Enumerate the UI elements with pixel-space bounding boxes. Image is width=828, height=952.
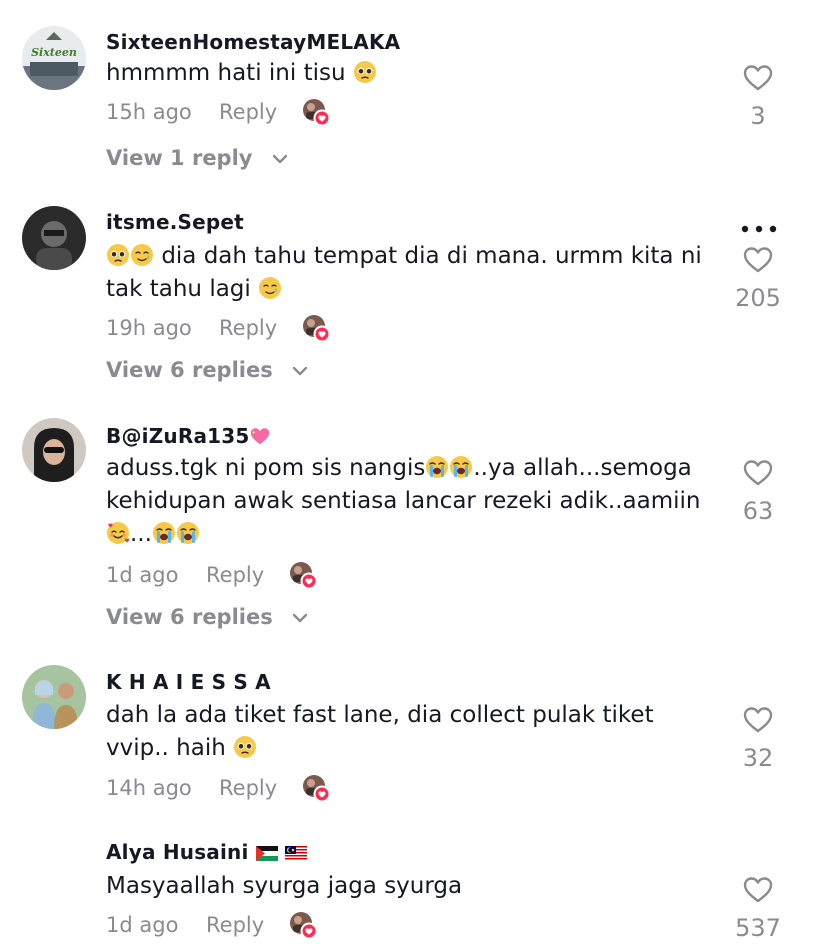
comment-time: 15h ago	[106, 100, 192, 124]
reply-button[interactable]: Reply	[219, 316, 277, 340]
view-replies-button[interactable]: View 6 replies	[106, 358, 308, 382]
comment-text: dah la ada tiket fast lane, dia collect …	[106, 699, 718, 765]
like-count: 537	[735, 914, 781, 942]
creator-liked-icon	[287, 559, 319, 591]
reply-button[interactable]: Reply	[219, 100, 277, 124]
comment-text-part: vvip.. haih	[106, 735, 226, 761]
creator-liked-icon	[300, 772, 332, 804]
comment-text-part: Masyaallah syurga jaga syurga	[106, 873, 463, 899]
heart-outline-icon[interactable]	[742, 62, 774, 94]
smiling-tear-emoji	[130, 243, 154, 267]
comment-time: 19h ago	[106, 316, 192, 340]
view-replies-label: View 6 replies	[106, 605, 273, 629]
comment-text-part: aduss.tgk ni pom sis nangis	[106, 455, 426, 481]
comment-username-label: Alya Husaini	[106, 840, 249, 864]
chevron-down-icon	[292, 613, 308, 623]
comment-username[interactable]: Alya Husaini	[106, 840, 307, 864]
avatar[interactable]: Sixteen	[22, 26, 86, 90]
comment-text: Masyaallah syurga jaga syurga	[106, 870, 718, 903]
chevron-down-icon	[272, 154, 288, 164]
sparkling-heart-emoji	[249, 425, 271, 447]
like-control[interactable]: 63	[728, 457, 788, 525]
loudly-crying-emoji	[449, 455, 473, 479]
view-replies-button[interactable]: View 1 reply	[106, 146, 288, 170]
comment-text-part: dia dah tahu tempat dia di mana. urmm ki…	[161, 243, 702, 269]
heart-outline-icon[interactable]	[742, 244, 774, 276]
pleading-face-emoji	[353, 60, 377, 84]
reply-button[interactable]: Reply	[206, 913, 264, 937]
heart-outline-icon[interactable]	[742, 457, 774, 489]
chevron-down-icon	[292, 366, 308, 376]
comment-username[interactable]: SixteenHomestayMELAKA	[106, 30, 400, 54]
like-control[interactable]: 537	[728, 874, 788, 942]
comment-text: hmmmm hati ini tisu	[106, 57, 718, 90]
comment-text-part: kehidupan awak sentiasa lancar rezeki ad…	[106, 488, 701, 514]
smiling-tear-emoji	[258, 276, 282, 300]
like-control[interactable]: 3	[728, 62, 788, 130]
malaysia-flag-icon	[284, 846, 307, 861]
smiling-hearts-emoji	[106, 521, 130, 545]
heart-outline-icon[interactable]	[742, 704, 774, 736]
pleading-face-emoji	[233, 735, 257, 759]
creator-liked-icon	[300, 96, 332, 128]
view-replies-label: View 6 replies	[106, 358, 273, 382]
comment-text-part: ...	[130, 521, 152, 547]
like-control[interactable]: 205	[728, 244, 788, 312]
view-replies-label: View 1 reply	[106, 146, 253, 170]
avatar[interactable]	[22, 418, 86, 482]
more-options-icon[interactable]	[739, 219, 779, 233]
avatar[interactable]	[22, 206, 86, 270]
palestine-flag-icon	[255, 846, 278, 861]
comment-text-part: ..ya allah...semoga	[473, 455, 692, 481]
loudly-crying-emoji	[425, 455, 449, 479]
like-count: 32	[742, 744, 774, 772]
like-count: 3	[750, 102, 766, 130]
like-count: 63	[742, 497, 774, 525]
comment-time: 14h ago	[106, 776, 192, 800]
reply-button[interactable]: Reply	[219, 776, 277, 800]
comment-time: 1d ago	[106, 913, 179, 937]
comment-text-part: tak tahu lagi	[106, 276, 251, 302]
comment-username[interactable]: itsme.Sepet	[106, 210, 244, 234]
creator-liked-icon	[287, 909, 319, 941]
comment-username[interactable]: K H A I E S S A	[106, 670, 271, 694]
comment-text-part: dah la ada tiket fast lane, dia collect …	[106, 702, 654, 728]
loudly-crying-emoji	[152, 521, 176, 545]
pleading-face-emoji	[106, 243, 130, 267]
reply-button[interactable]: Reply	[206, 563, 264, 587]
comment-username-label: B@iZuRa135	[106, 424, 250, 448]
loudly-crying-emoji	[176, 521, 200, 545]
comment-time: 1d ago	[106, 563, 179, 587]
comment-text: aduss.tgk ni pom sis nangis ..ya allah...…	[106, 452, 718, 551]
view-replies-button[interactable]: View 6 replies	[106, 605, 308, 629]
creator-liked-icon	[300, 312, 332, 344]
comment-text: dia dah tahu tempat dia di mana. urmm ki…	[106, 240, 718, 306]
heart-outline-icon[interactable]	[742, 874, 774, 906]
like-count: 205	[735, 284, 781, 312]
avatar[interactable]	[22, 665, 86, 729]
comment-text-part: hmmmm hati ini tisu	[106, 60, 346, 86]
like-control[interactable]: 32	[728, 704, 788, 772]
svg-text:Sixteen: Sixteen	[31, 46, 77, 59]
comment-username[interactable]: B@iZuRa135	[106, 424, 271, 448]
